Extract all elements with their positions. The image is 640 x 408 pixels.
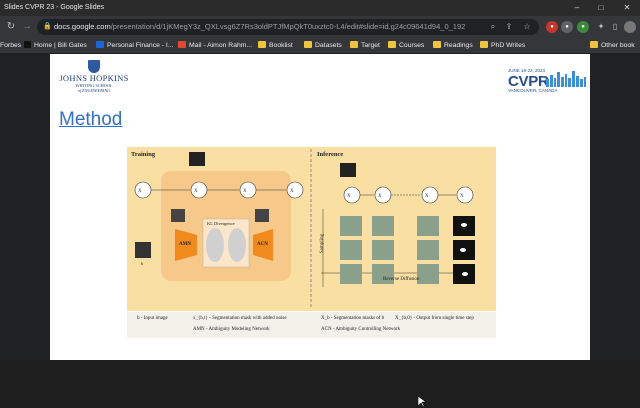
bookmark-folder[interactable]: PhD Writes bbox=[480, 38, 525, 54]
logo-line: of ENGINEERING bbox=[77, 88, 111, 93]
avatar[interactable] bbox=[624, 21, 636, 33]
caption-item: ACN - Ambiguity Controlling Network bbox=[321, 327, 401, 332]
kl-label: KL Divergence bbox=[207, 221, 235, 226]
shield-icon bbox=[88, 60, 100, 73]
bookmark-folder[interactable]: Other book bbox=[590, 38, 635, 54]
extension-icon[interactable]: ● bbox=[561, 21, 573, 33]
bookmark-folder[interactable]: Datasets bbox=[304, 38, 342, 54]
search-icon[interactable]: ⌕ bbox=[487, 21, 499, 33]
caption-item: X_b - Segmentation masks of b bbox=[321, 316, 385, 321]
caption-item: x_{b,t} - Segmentation mask with added n… bbox=[193, 316, 287, 321]
cvpr-logo: JUNE 18-22, 2023 CVPR VANCOUVER, CANADA bbox=[508, 68, 586, 96]
sidepanel-icon[interactable]: ▯ bbox=[609, 21, 621, 33]
extension-icon[interactable]: ● bbox=[577, 21, 589, 33]
share-icon[interactable]: ⇪ bbox=[503, 21, 515, 33]
bookmark-star-icon[interactable]: ☆ bbox=[521, 21, 533, 33]
svg-text:X: X bbox=[460, 194, 464, 199]
lock-icon: 🔒 bbox=[43, 23, 52, 30]
folder-icon bbox=[304, 41, 312, 48]
svg-text:X: X bbox=[138, 189, 142, 194]
amn-label: AMN bbox=[179, 242, 191, 247]
folder-icon bbox=[350, 41, 358, 48]
presentation-area: JOHNS HOPKINS WHITING SCHOOL of ENGINEER… bbox=[0, 54, 640, 408]
url-host: docs.google.com bbox=[54, 22, 111, 31]
skyline-icon bbox=[546, 71, 586, 87]
reload-icon[interactable]: ↻ bbox=[4, 20, 18, 34]
window-title: Slides CVPR 23 - Google Slides bbox=[4, 4, 104, 11]
bookmark-item[interactable]: Mail - Aimon Rahm... bbox=[178, 38, 252, 54]
folder-icon bbox=[258, 41, 266, 48]
minimize-icon[interactable]: – bbox=[566, 0, 588, 16]
svg-text:X: X bbox=[347, 194, 351, 199]
folder-icon bbox=[433, 41, 441, 48]
svg-text:X: X bbox=[378, 194, 382, 199]
url-path: /presentation/d/1jKMegY3z_QXLvsg6Z7Rs3ol… bbox=[110, 22, 466, 31]
figure-caption: b - Input image x_{b,t} - Segmentation m… bbox=[127, 312, 496, 338]
sampling-label: Sampling bbox=[320, 233, 326, 254]
bookmark-folder[interactable]: Target bbox=[350, 38, 380, 54]
logo-line: JOHNS HOPKINS bbox=[59, 73, 129, 83]
bookmark-folder[interactable]: Readings bbox=[433, 38, 473, 54]
mouse-cursor-icon bbox=[418, 396, 426, 408]
address-toolbar: ↻ → 🔒 docs.google.com/presentation/d/1jK… bbox=[0, 16, 640, 38]
svg-text:X: X bbox=[290, 189, 294, 194]
bookmark-folder[interactable]: Courses bbox=[388, 38, 424, 54]
forward-icon[interactable]: → bbox=[20, 20, 34, 34]
bookmark-item[interactable]: Forbes bbox=[0, 38, 21, 54]
folder-icon bbox=[480, 41, 488, 48]
cvpr-location: VANCOUVER, CANADA bbox=[508, 88, 558, 93]
folder-icon bbox=[590, 41, 598, 48]
slide: JOHNS HOPKINS WHITING SCHOOL of ENGINEER… bbox=[50, 54, 590, 360]
reverse-diffusion-label: Reverse Diffusion bbox=[383, 277, 420, 282]
extension-icon[interactable]: ● bbox=[546, 21, 558, 33]
method-diagram: X X X X X X X X bbox=[134, 149, 475, 307]
folder-icon bbox=[388, 41, 396, 48]
slide-title[interactable]: Method bbox=[59, 109, 122, 131]
puzzle-icon[interactable]: ✦ bbox=[595, 21, 607, 33]
inference-title: Inference bbox=[317, 151, 344, 158]
svg-text:X: X bbox=[194, 189, 198, 194]
bookmarks-bar: Forbes Home | Bill Gates Personal Financ… bbox=[0, 38, 640, 54]
caption-item: AMN - Ambiguity Modeling Network bbox=[193, 327, 270, 332]
close-icon[interactable]: ✕ bbox=[616, 0, 638, 16]
bookmark-folder[interactable]: Booklist bbox=[258, 38, 293, 54]
caption-item: X_{b,0} - Output from single time step bbox=[395, 316, 474, 321]
bookmark-item[interactable]: Personal Finance - I... bbox=[96, 38, 174, 54]
method-figure: X X X X X X X X Training Inference KL Divergen… bbox=[127, 147, 496, 311]
training-title: Training bbox=[131, 151, 156, 158]
window-titlebar: Slides CVPR 23 - Google Slides – □ ✕ bbox=[0, 0, 640, 16]
svg-text:X: X bbox=[425, 194, 429, 199]
acn-label: ACN bbox=[257, 242, 268, 247]
bookmark-item[interactable]: Home | Bill Gates bbox=[24, 38, 87, 54]
caption-item: b - Input image bbox=[137, 316, 168, 321]
b-label: b bbox=[141, 261, 144, 266]
url-field[interactable]: 🔒 docs.google.com/presentation/d/1jKMegY… bbox=[37, 19, 539, 35]
maximize-icon[interactable]: □ bbox=[590, 0, 612, 16]
svg-text:X: X bbox=[243, 189, 247, 194]
